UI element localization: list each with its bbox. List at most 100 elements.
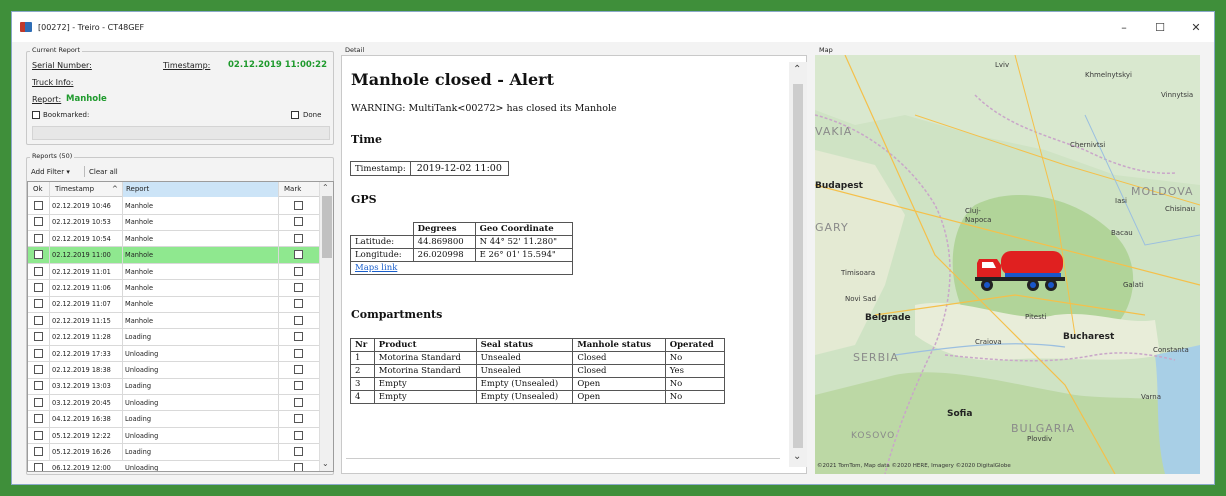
compartment-seal: Unsealed — [475, 364, 574, 378]
ok-checkbox[interactable] — [34, 397, 43, 407]
compartment-product: Empty — [373, 390, 477, 404]
ok-checkbox[interactable] — [34, 463, 43, 471]
current-report-title: Current Report — [30, 46, 83, 54]
app-icon — [20, 22, 32, 32]
compartment-seal: Empty (Unsealed) — [475, 390, 574, 404]
mark-checkbox[interactable] — [294, 414, 303, 424]
map-label-serbia: SERBIA — [853, 351, 899, 364]
table-row[interactable]: 06.12.2019 12:00 Unloading — [28, 460, 322, 471]
bookmarked-checkbox[interactable] — [32, 111, 40, 119]
comp-header-product: Product — [373, 338, 477, 352]
report-label[interactable]: Report: — [32, 95, 61, 104]
mark-checkbox[interactable] — [294, 283, 303, 292]
ok-checkbox[interactable] — [34, 283, 43, 292]
minimize-button[interactable]: – — [1106, 12, 1142, 42]
mark-checkbox[interactable] — [294, 365, 303, 374]
add-filter-button[interactable]: Add Filter ▾ — [31, 168, 70, 176]
column-report[interactable]: Report — [126, 185, 149, 193]
ok-checkbox[interactable] — [34, 299, 43, 309]
column-ok[interactable]: Ok — [33, 185, 43, 193]
row-report: Manhole — [125, 218, 154, 227]
mark-checkbox[interactable] — [294, 381, 303, 391]
mark-checkbox[interactable] — [294, 332, 303, 342]
truck-marker-icon[interactable] — [975, 247, 1067, 297]
ok-checkbox[interactable] — [34, 430, 43, 440]
row-report: Unloading — [125, 398, 159, 407]
column-timestamp[interactable]: Timestamp — [55, 185, 94, 193]
truck-info-label[interactable]: Truck Info: — [32, 78, 73, 87]
warning-text: WARNING: MultiTank<00272> has closed its… — [351, 103, 617, 114]
detail-scrollbar[interactable]: ⌃ ⌄ — [789, 62, 807, 467]
compartment-nr: 2 — [350, 364, 375, 378]
scroll-thumb[interactable] — [322, 196, 332, 258]
mark-checkbox[interactable] — [294, 233, 303, 243]
ok-checkbox[interactable] — [34, 315, 43, 325]
mark-checkbox[interactable] — [294, 397, 303, 407]
row-report: Manhole — [125, 300, 154, 309]
map-label-budapest: Budapest — [815, 181, 863, 191]
ok-checkbox[interactable] — [34, 447, 43, 456]
row-report: Loading — [125, 382, 152, 391]
map-label-pitesti: Pitesti — [1025, 313, 1047, 321]
scroll-down-icon[interactable]: ⌄ — [322, 459, 329, 468]
mark-checkbox[interactable] — [294, 463, 303, 471]
mark-checkbox[interactable] — [294, 266, 303, 276]
detail-scroll-thumb[interactable] — [793, 84, 803, 448]
ok-checkbox[interactable] — [34, 332, 43, 342]
ok-checkbox[interactable] — [34, 201, 43, 210]
serial-number-label[interactable]: Serial Number: — [32, 61, 92, 70]
mark-checkbox[interactable] — [294, 348, 303, 358]
ok-checkbox[interactable] — [34, 217, 43, 227]
timestamp-label[interactable]: Timestamp: — [163, 61, 210, 70]
mark-checkbox[interactable] — [294, 201, 303, 210]
row-timestamp: 02.12.2019 11:15 — [52, 316, 111, 325]
notes-field[interactable] — [32, 126, 330, 140]
map-title: Map — [817, 46, 835, 54]
comp-header-manhole: Manhole status — [572, 338, 666, 352]
ok-checkbox[interactable] — [34, 414, 43, 424]
ok-checkbox[interactable] — [34, 365, 43, 374]
ok-checkbox[interactable] — [34, 266, 43, 276]
close-button[interactable]: ✕ — [1178, 12, 1214, 42]
map-label-galati: Galati — [1123, 281, 1144, 289]
gps-table: Degrees Geo Coordinate Latitude: 44.8698… — [350, 222, 574, 275]
row-timestamp: 02.12.2019 11:07 — [52, 300, 111, 309]
longitude-label: Longitude: — [350, 248, 414, 262]
bookmarked-label: Bookmarked: — [43, 111, 90, 119]
map-label-chisinau: Chisinau — [1165, 205, 1196, 213]
row-timestamp: 02.12.2019 18:38 — [52, 366, 111, 374]
reports-scrollbar[interactable]: ⌃ ⌄ — [319, 182, 333, 471]
mark-checkbox[interactable] — [294, 447, 303, 456]
mark-checkbox[interactable] — [294, 217, 303, 227]
maps-link[interactable]: Maps link — [355, 263, 397, 273]
clear-all-button[interactable]: Clear all — [89, 168, 118, 176]
maximize-button[interactable]: ☐ — [1142, 12, 1178, 42]
ok-checkbox[interactable] — [34, 348, 43, 358]
reports-table[interactable]: Ok Timestamp ^ Report Mark 02.12.2019 10… — [27, 181, 334, 472]
done-label: Done — [303, 111, 322, 119]
map-label-vakia: VAKIA — [815, 125, 853, 138]
ok-checkbox[interactable] — [34, 233, 43, 243]
done-checkbox[interactable] — [291, 111, 299, 119]
row-timestamp: 02.12.2019 17:33 — [52, 349, 111, 358]
map-view[interactable]: Lviv Khmelnytskyi Vinnytsia Chernivtsi V… — [815, 55, 1200, 474]
mark-checkbox[interactable] — [294, 250, 303, 260]
mark-checkbox[interactable] — [294, 430, 303, 440]
ok-checkbox[interactable] — [34, 381, 43, 391]
row-timestamp: 02.12.2019 11:06 — [52, 284, 111, 292]
window-title: [00272] - Treiro - CT48GEF — [38, 22, 145, 32]
map-label-kosovo: KOSOVO — [851, 431, 896, 441]
ok-checkbox[interactable] — [34, 250, 43, 260]
detail-scroll-up-icon[interactable]: ⌃ — [793, 64, 801, 75]
title-bar[interactable]: [00272] - Treiro - CT48GEF – ☐ ✕ — [12, 12, 1214, 42]
mark-checkbox[interactable] — [294, 315, 303, 325]
row-timestamp: 02.12.2019 10:54 — [52, 234, 111, 243]
detail-scroll-down-icon[interactable]: ⌄ — [793, 451, 801, 462]
map-label-craiova: Craiova — [975, 338, 1002, 346]
mark-checkbox[interactable] — [294, 299, 303, 309]
map-label-moldova: MOLDOVA — [1131, 185, 1194, 198]
row-report: Loading — [125, 415, 152, 424]
row-timestamp: 02.12.2019 10:46 — [52, 202, 111, 210]
scroll-up-icon[interactable]: ⌃ — [322, 183, 329, 192]
column-mark[interactable]: Mark — [284, 185, 301, 193]
